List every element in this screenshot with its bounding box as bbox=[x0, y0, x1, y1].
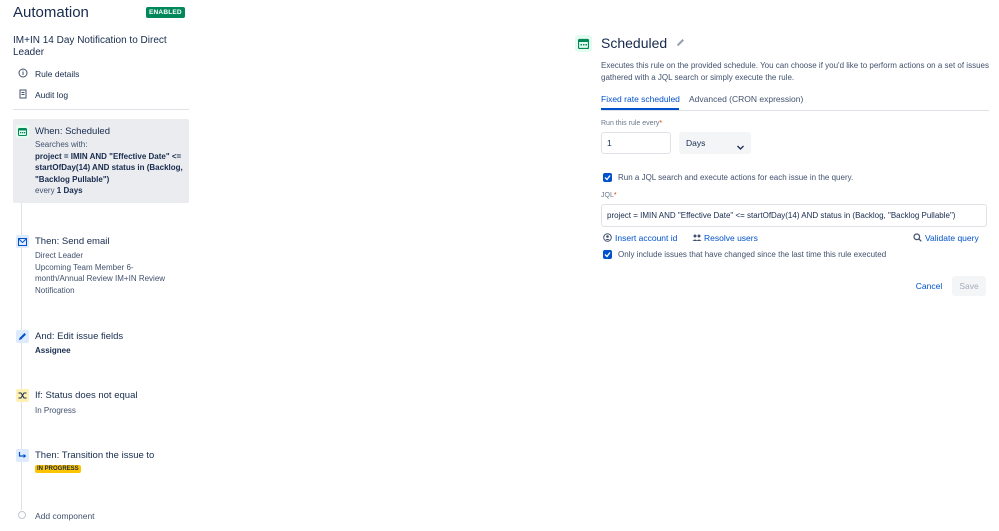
insert-account-id-link[interactable]: Insert account id bbox=[615, 233, 677, 243]
jql-search-checkbox-label: Run a JQL search and execute actions for… bbox=[618, 173, 854, 182]
tab-fixed-rate[interactable]: Fixed rate scheduled bbox=[601, 94, 680, 104]
only-changed-checkbox[interactable] bbox=[603, 250, 612, 259]
required-asterisk: * bbox=[613, 192, 617, 199]
interval-unit-value: Days bbox=[686, 138, 706, 148]
component-query: project = IMIN AND "Effective Date" <= s… bbox=[35, 151, 183, 184]
envelope-icon bbox=[16, 235, 29, 248]
active-tab-indicator bbox=[601, 108, 679, 110]
info-icon bbox=[18, 68, 28, 78]
validate-query-link[interactable]: Validate query bbox=[925, 233, 979, 243]
trigger-title: Scheduled bbox=[601, 35, 668, 51]
component-line: Searches with: bbox=[35, 140, 88, 149]
transition-icon bbox=[16, 449, 29, 462]
jql-label: JQL* bbox=[601, 192, 617, 199]
component-detail: Direct Leader Upcoming Team Member 6-mon… bbox=[35, 250, 180, 296]
user-circle-icon bbox=[603, 233, 612, 244]
jql-search-checkbox[interactable] bbox=[603, 173, 612, 182]
component-line: In Progress bbox=[35, 406, 76, 415]
every-prefix: every bbox=[35, 186, 55, 195]
run-every-label: Run this rule every* bbox=[601, 120, 662, 127]
component-title[interactable]: If: Status does not equal bbox=[35, 390, 137, 401]
add-component-link[interactable]: Add component bbox=[35, 511, 95, 521]
chevron-down-icon bbox=[736, 138, 745, 160]
component-line: Assignee bbox=[35, 346, 71, 355]
resolve-users-link[interactable]: Resolve users bbox=[704, 233, 758, 243]
divider bbox=[13, 109, 189, 110]
component-title: When: Scheduled bbox=[35, 126, 110, 137]
component-title[interactable]: Then: Send email bbox=[35, 236, 109, 247]
rule-name: IM+IN 14 Day Notification to Direct Lead… bbox=[13, 35, 167, 58]
component-title[interactable]: Then: Transition the issue to bbox=[35, 450, 154, 461]
component-line: Upcoming Team Member 6-month/Annual Revi… bbox=[35, 262, 166, 295]
component-every: every 1 Days bbox=[35, 185, 185, 197]
trigger-description: Executes this rule on the provided sched… bbox=[601, 61, 989, 82]
tab-divider bbox=[601, 110, 989, 111]
jql-input[interactable]: project = IMIN AND "Effective Date" <= s… bbox=[601, 204, 987, 227]
search-icon bbox=[913, 233, 922, 244]
save-button[interactable]: Save bbox=[952, 276, 986, 296]
only-changed-checkbox-label: Only include issues that have changed si… bbox=[618, 250, 887, 259]
calendar-icon bbox=[575, 35, 592, 52]
cancel-button[interactable]: Cancel bbox=[906, 277, 952, 295]
run-every-input[interactable]: 1 bbox=[601, 132, 671, 154]
component-line: Direct Leader bbox=[35, 251, 84, 260]
status-lozenge: IN PROGRESS bbox=[35, 465, 81, 473]
jql-label-text: JQL bbox=[601, 192, 614, 199]
component-detail: Searches with: project = IMIN AND "Effec… bbox=[35, 139, 185, 197]
component-title[interactable]: And: Edit issue fields bbox=[35, 331, 123, 342]
add-component-dot bbox=[18, 511, 26, 519]
edit-pencil-icon[interactable] bbox=[676, 38, 685, 49]
calendar-icon bbox=[16, 125, 29, 138]
rule-details-link[interactable]: Rule details bbox=[35, 69, 79, 79]
tab-advanced-cron[interactable]: Advanced (CRON expression) bbox=[689, 94, 803, 104]
audit-log-link[interactable]: Audit log bbox=[35, 90, 68, 100]
pencil-icon bbox=[16, 330, 29, 343]
page-title: Automation bbox=[13, 4, 89, 21]
required-asterisk: * bbox=[659, 120, 663, 127]
shuffle-icon bbox=[16, 389, 29, 402]
interval-unit-select[interactable]: Days bbox=[679, 132, 751, 154]
document-icon bbox=[18, 89, 28, 99]
run-every-label-text: Run this rule every bbox=[601, 120, 660, 127]
every-value: 1 Days bbox=[56, 186, 83, 195]
status-badge: ENABLED bbox=[146, 7, 185, 18]
users-icon bbox=[692, 233, 702, 244]
